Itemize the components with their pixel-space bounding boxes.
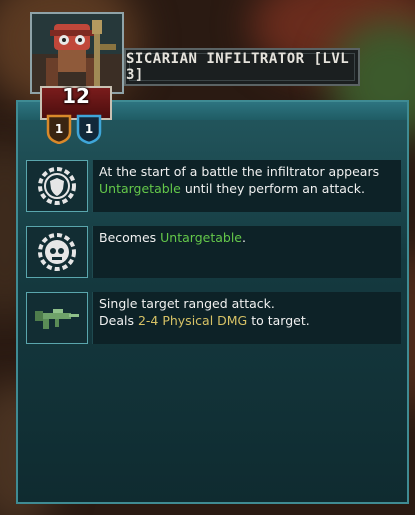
ability-description-3: Single target ranged attack. Deals 2-4 P… bbox=[92, 292, 401, 344]
ability-icon-1 bbox=[26, 160, 88, 212]
ability-1-line-1: At the start of a battle the infiltrator… bbox=[99, 164, 380, 179]
unit-name: SICARIAN INFILTRATOR [LVL 3] bbox=[126, 51, 350, 83]
ability-3-line-1: Single target ranged attack. bbox=[99, 296, 275, 311]
ability-panel: At the start of a battle the infiltrator… bbox=[16, 100, 409, 504]
tier-badge: 1 bbox=[76, 114, 102, 144]
rank-badge: 1 bbox=[46, 114, 72, 144]
ability-icon-3 bbox=[26, 292, 88, 344]
ability-description-1: At the start of a battle the infiltrator… bbox=[92, 160, 401, 212]
ability-2-prefix: Becomes bbox=[99, 230, 161, 245]
ability-description-2: Becomes Untargetable. bbox=[92, 226, 401, 278]
damage-value: 2-4 Physical DMG bbox=[137, 313, 248, 328]
ability-icon-2 bbox=[26, 226, 88, 278]
rank-badge-value: 1 bbox=[54, 122, 64, 136]
ability-1-line-2: until they perform an attack. bbox=[180, 181, 366, 196]
rifle-icon bbox=[35, 309, 79, 329]
ability-row-3[interactable]: Single target ranged attack. Deals 2-4 P… bbox=[26, 292, 401, 344]
unit-title-bar: SICARIAN INFILTRATOR [LVL 3] bbox=[124, 48, 360, 86]
badge-group: 1 1 bbox=[46, 114, 102, 144]
ability-row-1[interactable]: At the start of a battle the infiltrator… bbox=[26, 160, 401, 212]
ability-2-suffix: . bbox=[241, 230, 246, 245]
unit-level: 12 bbox=[62, 84, 90, 108]
untargetable-keyword: Untargetable bbox=[160, 230, 242, 245]
unit-portrait bbox=[30, 12, 124, 94]
shield-gear-icon bbox=[38, 167, 76, 205]
skull-gear-icon bbox=[38, 233, 76, 271]
ability-3-prefix: Deals bbox=[99, 313, 138, 328]
tier-badge-value: 1 bbox=[84, 122, 94, 136]
ability-row-2[interactable]: Becomes Untargetable. bbox=[26, 226, 401, 278]
untargetable-keyword: Untargetable bbox=[99, 181, 181, 196]
robot-portrait-icon bbox=[32, 14, 122, 92]
ability-3-suffix: to target. bbox=[247, 313, 310, 328]
